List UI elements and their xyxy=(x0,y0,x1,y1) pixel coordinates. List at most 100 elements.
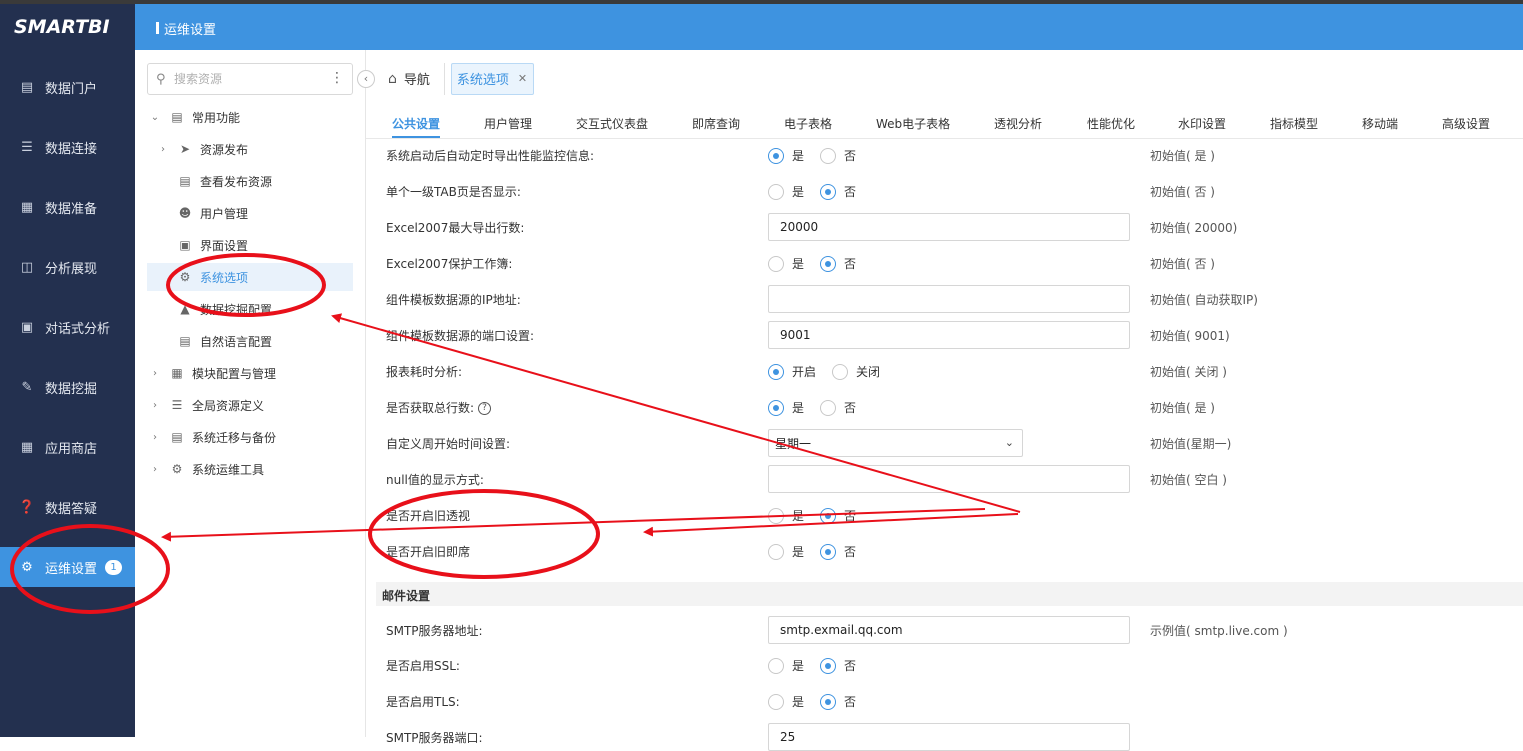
text-field[interactable]: smtp.exmail.qq.com xyxy=(768,616,1130,644)
tree-item-label: 自然语言配置 xyxy=(200,334,273,349)
radio-button[interactable] xyxy=(820,693,836,710)
tree-item[interactable]: ☻ 用户管理 xyxy=(157,199,357,227)
radio-option[interactable]: 否 xyxy=(820,255,856,272)
tree-item[interactable]: ▲ 数据挖掘配置 xyxy=(157,295,357,323)
tree-item[interactable]: ▣ 界面设置 xyxy=(157,231,357,259)
radio-option[interactable]: 是 xyxy=(768,255,804,272)
radio-button[interactable] xyxy=(820,147,836,164)
tree-item[interactable]: › ▤ 系统迁移与备份 xyxy=(149,423,349,451)
week-start-select[interactable]: 星期一 ⌄ xyxy=(768,429,1023,457)
subtab[interactable]: Web电子表格 xyxy=(876,115,950,132)
radio-button[interactable] xyxy=(768,183,784,200)
radio-button[interactable] xyxy=(768,657,784,674)
radio-button[interactable] xyxy=(768,543,784,560)
subtab[interactable]: 电子表格 xyxy=(784,115,832,132)
radio-button[interactable] xyxy=(768,147,784,164)
help-icon[interactable]: ? xyxy=(478,402,492,415)
search-input[interactable] xyxy=(174,72,324,86)
subtab[interactable]: 用户管理 xyxy=(484,115,532,132)
subtab[interactable]: 指标模型 xyxy=(1270,115,1318,132)
chevron-right-icon[interactable]: › xyxy=(149,400,161,411)
radio-option[interactable]: 是 xyxy=(768,693,804,710)
tab-navigation[interactable]: ⌂ 导航 xyxy=(378,62,440,95)
radio-option[interactable]: 否 xyxy=(820,507,856,524)
radio-button[interactable] xyxy=(768,363,784,380)
subtab[interactable]: 移动端 xyxy=(1362,115,1398,132)
radio-option[interactable]: 关闭 xyxy=(832,363,880,380)
text-field[interactable]: 9001 xyxy=(768,321,1130,349)
nav-item-6[interactable]: ▦ 应用商店 xyxy=(0,427,135,467)
radio-option[interactable]: 否 xyxy=(820,399,856,416)
radio-option[interactable]: 是 xyxy=(768,507,804,524)
radio-button[interactable] xyxy=(820,399,836,416)
text-field[interactable]: 25 xyxy=(768,723,1130,751)
tree-item[interactable]: ⚙ 系统选项 xyxy=(147,263,353,291)
setting-label-text: 是否启用TLS: xyxy=(386,695,460,709)
text-field[interactable]: 20000 xyxy=(768,213,1130,241)
radio-button[interactable] xyxy=(832,363,848,380)
chevron-down-icon[interactable]: ⌄ xyxy=(149,112,161,123)
subtab[interactable]: 公共设置 xyxy=(392,115,440,132)
radio-option[interactable]: 否 xyxy=(820,693,856,710)
radio-option[interactable]: 否 xyxy=(820,657,856,674)
tree-item[interactable]: › ▦ 模块配置与管理 xyxy=(149,359,349,387)
subtab[interactable]: 即席查询 xyxy=(692,115,740,132)
resource-search[interactable]: ⚲ ⋮ xyxy=(147,63,353,95)
tree-item[interactable]: ⌄ ▤ 常用功能 xyxy=(149,103,349,131)
tab-system-options[interactable]: 系统选项 ✕ xyxy=(450,62,535,95)
nav-item-2[interactable]: ▦ 数据准备 xyxy=(0,187,135,227)
radio-button[interactable] xyxy=(768,255,784,272)
chevron-right-icon[interactable]: › xyxy=(149,464,161,475)
radio-button[interactable] xyxy=(768,507,784,524)
setting-label-text: 是否启用SSL: xyxy=(386,659,460,673)
radio-option[interactable]: 开启 xyxy=(768,363,816,380)
radio-button[interactable] xyxy=(768,693,784,710)
mail-section-title: 邮件设置 xyxy=(382,589,431,603)
radio-option[interactable]: 否 xyxy=(820,543,856,560)
radio-button[interactable] xyxy=(820,183,836,200)
tree-item[interactable]: ▤ 查看发布资源 xyxy=(157,167,357,195)
subtab[interactable]: 性能优化 xyxy=(1087,115,1135,132)
nav-item-7[interactable]: ❓ 数据答疑 xyxy=(0,487,135,527)
nav-item-4[interactable]: ▣ 对话式分析 xyxy=(0,307,135,347)
radio-option[interactable]: 是 xyxy=(768,183,804,200)
radio-option[interactable]: 是 xyxy=(768,657,804,674)
nav-item-8[interactable]: ⚙ 运维设置 1 xyxy=(0,547,135,587)
text-field[interactable] xyxy=(768,285,1130,313)
setting-label-text: SMTP服务器端口: xyxy=(386,731,483,745)
close-icon[interactable]: ✕ xyxy=(518,72,527,85)
radio-option[interactable]: 否 xyxy=(820,183,856,200)
tree-item[interactable]: › ☰ 全局资源定义 xyxy=(149,391,349,419)
radio-button[interactable] xyxy=(820,657,836,674)
subtab[interactable]: 水印设置 xyxy=(1178,115,1226,132)
chevron-right-icon[interactable]: › xyxy=(149,432,161,443)
nav-item-3[interactable]: ◫ 分析展现 xyxy=(0,247,135,287)
radio-option[interactable]: 是 xyxy=(768,399,804,416)
subtab[interactable]: 交互式仪表盘 xyxy=(576,115,648,132)
nav-item-label: 分析展现 xyxy=(45,261,98,277)
collapse-panel-button[interactable]: ‹ xyxy=(357,70,375,88)
settings-subtabs: 公共设置 用户管理 交互式仪表盘 即席查询 电子表格 Web电子表格 透视分析 性能优化 水印设… xyxy=(366,106,1523,139)
tree-item-icon: ▤ xyxy=(171,430,183,444)
tree-item[interactable]: › ⚙ 系统运维工具 xyxy=(149,455,349,483)
radio-button[interactable] xyxy=(820,543,836,560)
tree-item[interactable]: › ➤ 资源发布 xyxy=(157,135,357,163)
subtab[interactable]: 高级设置 xyxy=(1442,115,1490,132)
nav-item-0[interactable]: ▤ 数据门户 xyxy=(0,67,135,107)
subtab[interactable]: 透视分析 xyxy=(994,115,1042,132)
nav-item-5[interactable]: ✎ 数据挖掘 xyxy=(0,367,135,407)
text-field[interactable] xyxy=(768,465,1130,493)
tree-item[interactable]: ▤ 自然语言配置 xyxy=(157,327,357,355)
chevron-right-icon[interactable]: › xyxy=(149,368,161,379)
radio-option[interactable]: 是 xyxy=(768,543,804,560)
select-value: 星期一 xyxy=(775,436,812,451)
more-options-icon[interactable]: ⋮ xyxy=(330,70,344,86)
radio-button[interactable] xyxy=(820,255,836,272)
radio-button[interactable] xyxy=(820,507,836,524)
nav-item-1[interactable]: ☰ 数据连接 xyxy=(0,127,135,167)
tab-divider xyxy=(443,62,445,95)
radio-option[interactable]: 否 xyxy=(820,147,856,164)
radio-option[interactable]: 是 xyxy=(768,147,804,164)
radio-button[interactable] xyxy=(768,399,784,416)
chevron-right-icon[interactable]: › xyxy=(157,144,169,155)
